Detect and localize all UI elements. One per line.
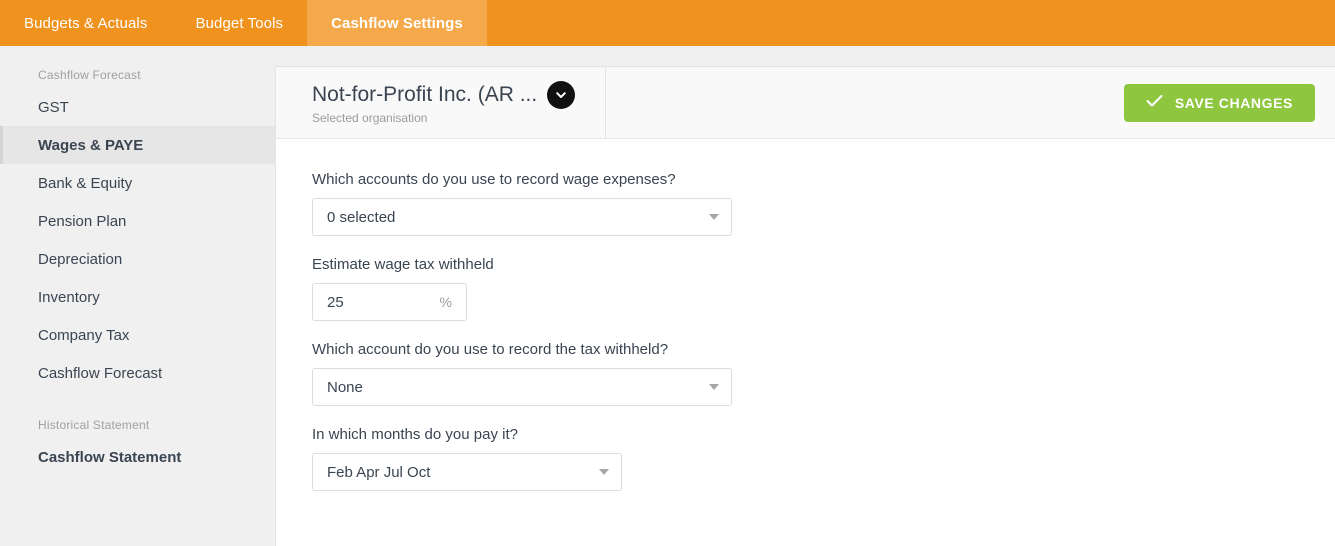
sidebar-item-company-tax[interactable]: Company Tax (0, 316, 275, 354)
wage-tax-withheld-input[interactable]: 25 % (312, 283, 467, 321)
sidebar: Cashflow Forecast GST Wages & PAYE Bank … (0, 46, 275, 546)
settings-form: Which accounts do you use to record wage… (276, 139, 1335, 511)
sidebar-item-bank-and-equity[interactable]: Bank & Equity (0, 164, 275, 202)
header-actions: SAVE CHANGES (606, 67, 1335, 138)
sidebar-item-wages-and-paye[interactable]: Wages & PAYE (0, 126, 275, 164)
tab-budget-tools[interactable]: Budget Tools (171, 0, 307, 46)
field-label-tax-withheld-account: Which account do you use to record the t… (312, 341, 669, 358)
sidebar-group-title-cashflow-forecast: Cashflow Forecast (38, 68, 141, 82)
chevron-down-icon (709, 384, 719, 390)
chevron-down-icon (599, 469, 609, 475)
organisation-name: Not-for-Profit Inc. (AR ... (312, 82, 538, 106)
field-wage-tax-withheld: Estimate wage tax withheld 25 % (312, 256, 1335, 321)
save-changes-label: SAVE CHANGES (1174, 94, 1293, 111)
tax-withheld-account-value: None (327, 378, 363, 396)
field-tax-withheld-account: Which account do you use to record the t… (312, 341, 1335, 406)
percent-unit-label: % (439, 294, 452, 310)
payment-months-value: Feb Apr Jul Oct (327, 463, 431, 481)
field-wage-expense-accounts: Which accounts do you use to record wage… (312, 171, 1335, 236)
sidebar-item-gst[interactable]: GST (0, 88, 275, 126)
field-payment-months: In which months do you pay it? Feb Apr J… (312, 426, 1335, 491)
organisation-selector[interactable]: Not-for-Profit Inc. (AR ... Selected org… (276, 67, 606, 138)
sidebar-item-cashflow-forecast[interactable]: Cashflow Forecast (0, 354, 275, 392)
chevron-down-icon (709, 214, 719, 220)
chevron-down-icon[interactable] (547, 80, 576, 109)
payment-months-select[interactable]: Feb Apr Jul Oct (312, 453, 622, 491)
sidebar-item-inventory[interactable]: Inventory (0, 278, 275, 316)
check-icon (1146, 94, 1163, 111)
sidebar-item-depreciation[interactable]: Depreciation (0, 240, 275, 278)
save-changes-button[interactable]: SAVE CHANGES (1123, 83, 1315, 122)
wage-expense-accounts-select[interactable]: 0 selected (312, 198, 732, 236)
wage-tax-withheld-value: 25 (327, 293, 344, 311)
field-label-wage-expense-accounts: Which accounts do you use to record wage… (312, 171, 676, 188)
tax-withheld-account-select[interactable]: None (312, 368, 732, 406)
sidebar-group-title-historical-statement: Historical Statement (38, 418, 150, 432)
organisation-row: Not-for-Profit Inc. (AR ... (312, 80, 605, 109)
tab-cashflow-settings[interactable]: Cashflow Settings (307, 0, 487, 46)
sidebar-item-pension-plan[interactable]: Pension Plan (0, 202, 275, 240)
tab-budgets-and-actuals[interactable]: Budgets & Actuals (0, 0, 171, 46)
field-label-payment-months: In which months do you pay it? (312, 426, 518, 443)
organisation-subtitle: Selected organisation (312, 110, 428, 125)
top-navigation: Budgets & Actuals Budget Tools Cashflow … (0, 0, 1335, 46)
wage-expense-accounts-value: 0 selected (327, 208, 396, 226)
content-header: Not-for-Profit Inc. (AR ... Selected org… (276, 67, 1335, 139)
sidebar-item-cashflow-statement[interactable]: Cashflow Statement (0, 438, 275, 476)
field-label-wage-tax-withheld: Estimate wage tax withheld (312, 256, 494, 273)
content-panel: Not-for-Profit Inc. (AR ... Selected org… (275, 66, 1335, 546)
page-body: Cashflow Forecast GST Wages & PAYE Bank … (0, 46, 1335, 546)
